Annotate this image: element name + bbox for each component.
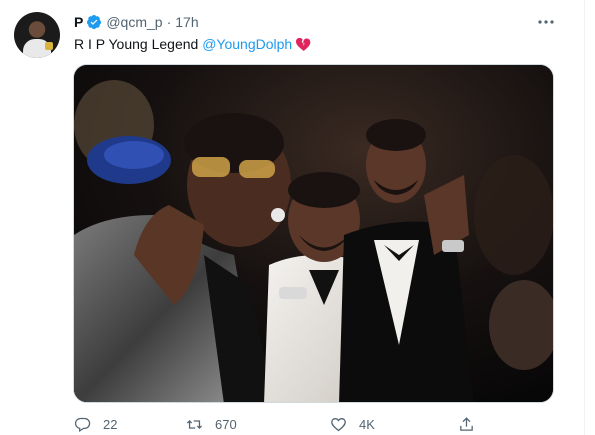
user-handle[interactable]: @qcm_p: [106, 14, 162, 30]
tweet-text: R I P Young Legend @YoungDolph: [74, 35, 311, 53]
tweet-text-body: R I P Young Legend: [74, 36, 203, 52]
retweet-count: 670: [215, 416, 237, 432]
like-button[interactable]: 4K: [330, 414, 375, 434]
tweet-timestamp[interactable]: 17h: [175, 14, 198, 30]
tweet-photo[interactable]: [73, 64, 554, 403]
display-name[interactable]: P: [74, 14, 83, 30]
reply-icon: [74, 417, 91, 432]
photo-illustration: [74, 65, 553, 402]
tweet-actions: 22 670 4K: [74, 414, 494, 434]
heart-icon: [331, 417, 346, 431]
tweet-card[interactable]: P @qcm_p · 17h R I P Young Legend @Young…: [0, 0, 595, 435]
more-options-icon[interactable]: [536, 13, 556, 31]
reply-count: 22: [103, 416, 118, 432]
retweet-icon: [186, 419, 203, 429]
tweet-header: P @qcm_p · 17h: [74, 13, 199, 31]
timeline-divider: [584, 0, 585, 435]
avatar[interactable]: [14, 12, 60, 58]
like-count: 4K: [359, 416, 375, 432]
retweet-button[interactable]: 670: [186, 414, 237, 434]
avatar-chain: [45, 42, 53, 50]
reply-button[interactable]: 22: [74, 414, 117, 434]
mention-link[interactable]: @YoungDolph: [202, 36, 292, 52]
share-button[interactable]: [458, 414, 487, 434]
share-icon: [460, 416, 473, 431]
broken-heart-icon: [296, 37, 311, 51]
header-separator: ·: [166, 14, 172, 30]
verified-badge-icon: [87, 15, 102, 30]
